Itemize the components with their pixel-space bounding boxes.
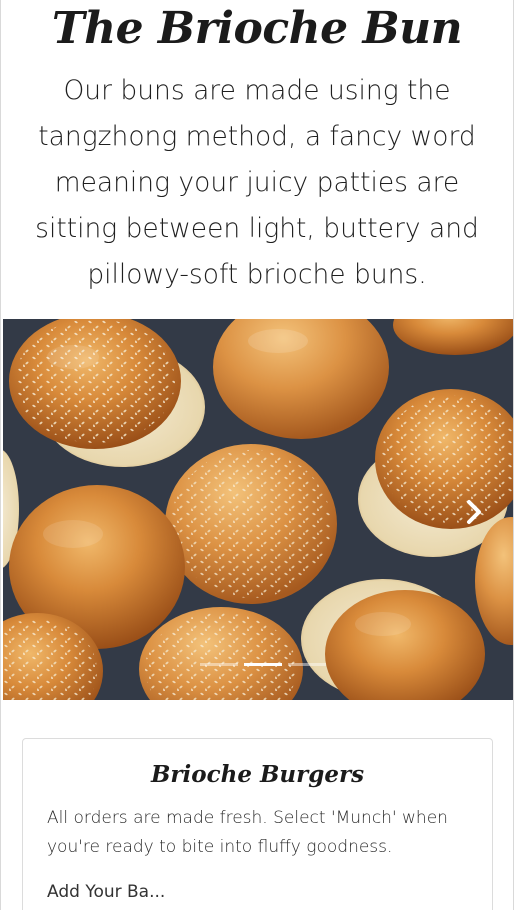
image-carousel[interactable] <box>3 319 513 700</box>
page-title: The Brioche Bun <box>51 3 463 54</box>
card-title: Brioche Burgers <box>150 761 365 788</box>
product-card: Brioche Burgers All orders are made fres… <box>22 738 493 910</box>
carousel-next-button[interactable] <box>461 495 487 529</box>
intro-text: Our buns are made using the tangzhong me… <box>35 75 479 290</box>
card-description: All orders are made fresh. Select 'Munch… <box>47 808 448 857</box>
card-next-line: Add Your Ba... <box>47 882 166 902</box>
carousel-indicators <box>193 663 333 669</box>
carousel-dot[interactable] <box>288 663 326 666</box>
carousel-dot-active[interactable] <box>244 663 282 666</box>
carousel-image <box>3 319 513 700</box>
page-frame: The Brioche Bun Our buns are made using … <box>0 0 514 910</box>
chevron-right-icon <box>467 500 481 524</box>
carousel-dot[interactable] <box>200 663 238 666</box>
